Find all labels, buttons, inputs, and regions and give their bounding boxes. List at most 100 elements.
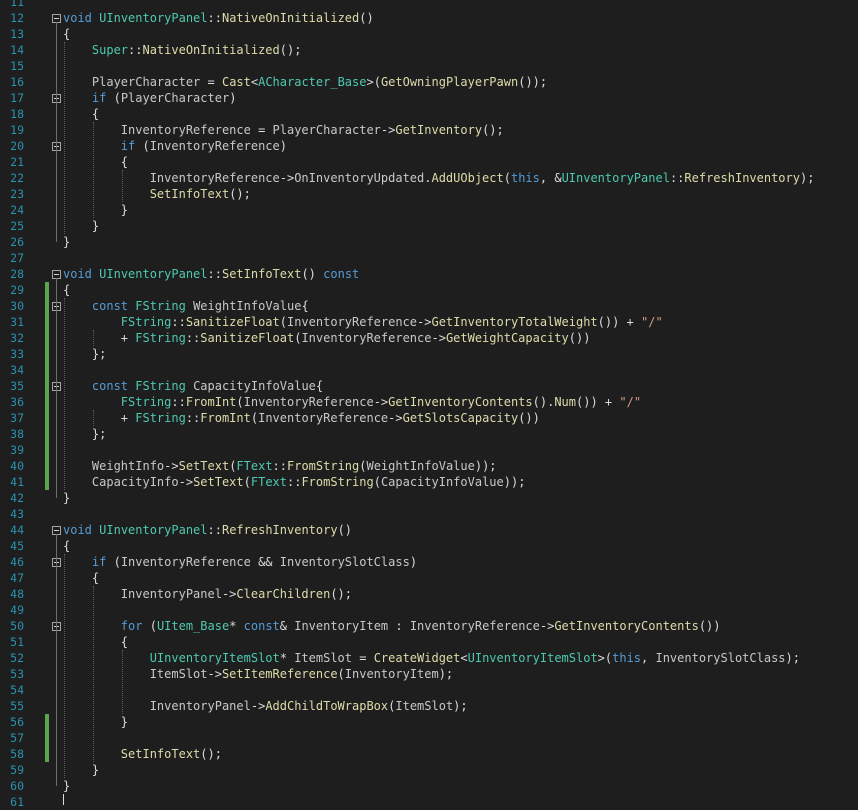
code-line[interactable]: 38 }; — [0, 426, 858, 442]
code-token: ( — [236, 395, 244, 409]
code-token: :: — [669, 171, 685, 185]
code-line[interactable]: 40 WeightInfo->SetText(FText::FromString… — [0, 458, 858, 474]
code-text: }; — [63, 346, 106, 362]
code-line[interactable]: 11 — [0, 0, 858, 10]
code-token: PlayerCharacter — [272, 123, 381, 137]
code-token: :: — [272, 459, 287, 473]
code-line[interactable]: 50 for (UItem_Base* const& InventoryItem… — [0, 618, 858, 634]
code-token: :: — [207, 267, 222, 281]
code-text: { — [63, 634, 128, 650]
code-token: } — [63, 763, 100, 777]
code-token: -> — [380, 123, 396, 137]
code-token: WeightInfoValue — [193, 299, 302, 313]
code-token: WeightInfoValue — [366, 459, 475, 473]
code-line[interactable]: 54 — [0, 682, 858, 698]
code-line[interactable]: 47 { — [0, 570, 858, 586]
code-token: ()) — [698, 619, 721, 633]
code-line[interactable]: 49 — [0, 602, 858, 618]
code-token: SetInfoText — [149, 187, 230, 201]
code-token: FString — [135, 379, 186, 393]
line-number: 61 — [10, 795, 24, 809]
code-line[interactable]: 46 if (InventoryReference && InventorySl… — [0, 554, 858, 570]
line-number: 59 — [10, 763, 24, 777]
code-line[interactable]: 29 { — [0, 282, 858, 298]
code-token: void — [63, 523, 92, 537]
code-line[interactable]: 24 } — [0, 202, 858, 218]
code-token: :: — [171, 395, 186, 409]
code-line[interactable]: 16 PlayerCharacter = Cast<ACharacter_Bas… — [0, 74, 858, 90]
code-line[interactable]: 34 — [0, 362, 858, 378]
code-line[interactable]: 22 InventoryReference->OnInventoryUpdate… — [0, 170, 858, 186]
code-line[interactable]: 18 { — [0, 106, 858, 122]
code-line[interactable]: 53 ItemSlot->SetItemReference(InventoryI… — [0, 666, 858, 682]
code-line[interactable]: 20 if (InventoryReference) — [0, 138, 858, 154]
line-number: 14 — [10, 43, 24, 57]
code-token: InventoryReference — [286, 315, 418, 329]
code-line[interactable]: 30 const FString WeightInfoValue{ — [0, 298, 858, 314]
line-number: 38 — [10, 427, 24, 441]
code-text: { — [63, 106, 99, 122]
code-line[interactable]: 41 CapacityInfo->SetText(FText::FromStri… — [0, 474, 858, 490]
code-line[interactable]: 43 — [0, 506, 858, 522]
code-line[interactable]: 32 + FString::SanitizeFloat(InventoryRef… — [0, 330, 858, 346]
line-number: 39 — [10, 443, 24, 457]
code-line[interactable]: 36 FString::FromInt(InventoryReference->… — [0, 394, 858, 410]
code-line[interactable]: 61 — [0, 794, 858, 810]
code-token: ); — [453, 699, 468, 713]
code-line[interactable]: 60} — [0, 778, 858, 794]
code-line[interactable]: 17 if (PlayerCharacter) — [0, 90, 858, 106]
code-line[interactable]: 48 InventoryPanel->ClearChildren(); — [0, 586, 858, 602]
code-line[interactable]: 56 } — [0, 714, 858, 730]
code-token: { — [63, 107, 100, 121]
code-token: ( — [279, 315, 287, 329]
code-token: )); — [474, 459, 497, 473]
code-line[interactable]: 44 void UInventoryPanel::RefreshInventory… — [0, 522, 858, 538]
change-marker — [45, 442, 49, 458]
code-line[interactable]: 27 — [0, 250, 858, 266]
code-token: ( — [135, 139, 150, 153]
change-marker — [45, 410, 49, 426]
code-line[interactable]: 37 + FString::FromInt(InventoryReference… — [0, 410, 858, 426]
code-line[interactable]: 23 SetInfoText(); — [0, 186, 858, 202]
code-token: FromString — [287, 459, 360, 473]
code-line[interactable]: 52 UInventoryItemSlot* ItemSlot = Create… — [0, 650, 858, 666]
code-line[interactable]: 35 const FString CapacityInfoValue{ — [0, 378, 858, 394]
code-line[interactable]: 45 { — [0, 538, 858, 554]
code-line[interactable]: 14 Super::NativeOnInitialized(); — [0, 42, 858, 58]
code-line[interactable]: 58 SetInfoText(); — [0, 746, 858, 762]
code-line[interactable]: 39 — [0, 442, 858, 458]
text-caret — [63, 794, 64, 805]
code-line[interactable]: 25 } — [0, 218, 858, 234]
code-token: const — [243, 619, 280, 633]
code-line[interactable]: 21 { — [0, 154, 858, 170]
code-token: Cast — [221, 75, 251, 89]
code-line[interactable]: 31 FString::SanitizeFloat(InventoryRefer… — [0, 314, 858, 330]
code-token: -> — [373, 395, 389, 409]
code-line[interactable]: 19 InventoryReference = PlayerCharacter-… — [0, 122, 858, 138]
code-token: ( — [106, 555, 121, 569]
code-line[interactable]: 26} — [0, 234, 858, 250]
code-token: ItemSlot — [395, 699, 454, 713]
code-token: CapacityInfo — [91, 475, 179, 489]
code-token: -> — [431, 331, 446, 345]
code-line[interactable]: 12 void UInventoryPanel::NativeOnInitiali… — [0, 10, 858, 26]
code-token: , & — [539, 171, 562, 185]
code-line[interactable]: 42} — [0, 490, 858, 506]
code-line[interactable]: 15 — [0, 58, 858, 74]
code-line[interactable]: 51 { — [0, 634, 858, 650]
code-token: ); — [785, 651, 800, 665]
code-line[interactable]: 33 }; — [0, 346, 858, 362]
change-marker — [45, 346, 49, 362]
code-line[interactable]: 57 — [0, 730, 858, 746]
code-line[interactable]: 28 void UInventoryPanel::SetInfoText() co… — [0, 266, 858, 282]
code-line[interactable]: 13 { — [0, 26, 858, 42]
code-token: if — [120, 139, 136, 153]
code-token: InventoryReference — [301, 331, 432, 345]
code-editor[interactable]: 11 12 void UInventoryPanel::NativeOnInitia… — [0, 0, 858, 809]
code-token: const — [91, 299, 129, 313]
code-line[interactable]: 55 InventoryPanel->AddChildToWrapBox(Ite… — [0, 698, 858, 714]
code-line[interactable]: 59 } — [0, 762, 858, 778]
code-token: ); — [799, 171, 815, 185]
indent-guide — [64, 298, 65, 490]
